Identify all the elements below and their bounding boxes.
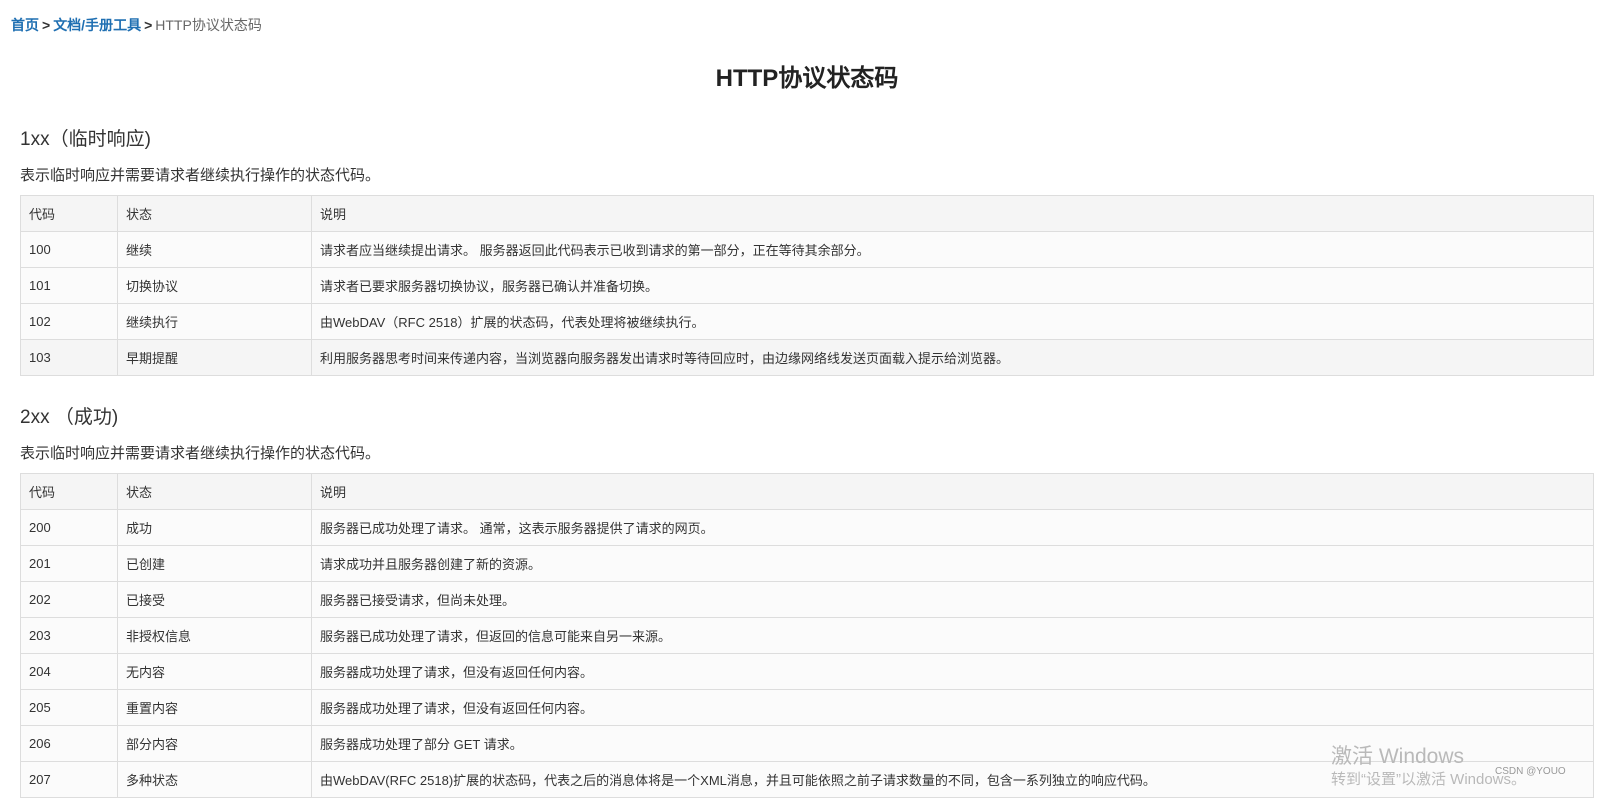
cell-description: 请求者已要求服务器切换协议，服务器已确认并准备切换。 xyxy=(311,267,1594,304)
cell-code: 204 xyxy=(20,653,118,690)
cell-description: 服务器成功处理了请求，但没有返回任何内容。 xyxy=(311,653,1594,690)
table-row: 205 重置内容 服务器成功处理了请求，但没有返回任何内容。 xyxy=(20,689,1594,726)
cell-code: 206 xyxy=(20,725,118,762)
cell-code: 100 xyxy=(20,231,118,268)
cell-code: 101 xyxy=(20,267,118,304)
cell-status: 早期提醒 xyxy=(117,339,312,376)
cell-code: 202 xyxy=(20,581,118,618)
table-row: 102 继续执行 由WebDAV（RFC 2518）扩展的状态码，代表处理将被继… xyxy=(20,303,1594,340)
table-row: 103 早期提醒 利用服务器思考时间来传递内容，当浏览器向服务器发出请求时等待回… xyxy=(20,339,1594,376)
column-header-code: 代码 xyxy=(20,195,118,232)
table-row: 100 继续 请求者应当继续提出请求。 服务器返回此代码表示已收到请求的第一部分… xyxy=(20,231,1594,268)
csdn-author-watermark: CSDN @YOUO xyxy=(1495,766,1566,777)
table-row: 204 无内容 服务器成功处理了请求，但没有返回任何内容。 xyxy=(20,653,1594,690)
breadcrumb-home-link[interactable]: 首页 xyxy=(11,17,39,33)
table-row: 200 成功 服务器已成功处理了请求。 通常，这表示服务器提供了请求的网页。 xyxy=(20,509,1594,546)
table-row: 203 非授权信息 服务器已成功处理了请求，但返回的信息可能来自另一来源。 xyxy=(20,617,1594,654)
section-description: 表示临时响应并需要请求者继续执行操作的状态代码。 xyxy=(20,445,381,462)
cell-status: 部分内容 xyxy=(117,725,312,762)
cell-code: 207 xyxy=(20,761,118,798)
section-description: 表示临时响应并需要请求者继续执行操作的状态代码。 xyxy=(20,167,381,184)
cell-description: 服务器成功处理了请求，但没有返回任何内容。 xyxy=(311,689,1594,726)
cell-code: 102 xyxy=(20,303,118,340)
table-header-row: 代码 状态 说明 xyxy=(20,195,1594,232)
cell-status: 多种状态 xyxy=(117,761,312,798)
cell-description: 服务器已接受请求，但尚未处理。 xyxy=(311,581,1594,618)
cell-description: 请求成功并且服务器创建了新的资源。 xyxy=(311,545,1594,582)
cell-status: 重置内容 xyxy=(117,689,312,726)
cell-code: 205 xyxy=(20,689,118,726)
breadcrumb-current: HTTP协议状态码 xyxy=(155,17,262,33)
breadcrumb-separator: > xyxy=(42,17,51,33)
column-header-status: 状态 xyxy=(117,473,312,510)
table-header-row: 代码 状态 说明 xyxy=(20,473,1594,510)
cell-status: 继续 xyxy=(117,231,312,268)
cell-status: 成功 xyxy=(117,509,312,546)
status-code-table-1xx: 代码 状态 说明 100 继续 请求者应当继续提出请求。 服务器返回此代码表示已… xyxy=(20,195,1594,376)
section-2xx: 2xx （成功) 表示临时响应并需要请求者继续执行操作的状态代码。 代码 状态 … xyxy=(20,405,1594,798)
cell-code: 203 xyxy=(20,617,118,654)
section-1xx: 1xx（临时响应) 表示临时响应并需要请求者继续执行操作的状态代码。 代码 状态… xyxy=(20,127,1594,376)
cell-status: 已接受 xyxy=(117,581,312,618)
breadcrumb: 首页 > 文档/手册工具 > HTTP协议状态码 xyxy=(11,16,262,34)
cell-status: 非授权信息 xyxy=(117,617,312,654)
cell-description: 利用服务器思考时间来传递内容，当浏览器向服务器发出请求时等待回应时，由边缘网络线… xyxy=(311,339,1594,376)
breadcrumb-docs-link[interactable]: 文档/手册工具 xyxy=(53,17,141,33)
cell-code: 200 xyxy=(20,509,118,546)
column-header-description: 说明 xyxy=(311,195,1594,232)
cell-description: 服务器已成功处理了请求。 通常，这表示服务器提供了请求的网页。 xyxy=(311,509,1594,546)
cell-description: 服务器已成功处理了请求，但返回的信息可能来自另一来源。 xyxy=(311,617,1594,654)
section-heading: 2xx （成功) xyxy=(20,407,119,428)
cell-code: 103 xyxy=(20,339,118,376)
column-header-code: 代码 xyxy=(20,473,118,510)
cell-description: 请求者应当继续提出请求。 服务器返回此代码表示已收到请求的第一部分，正在等待其余… xyxy=(311,231,1594,268)
breadcrumb-separator: > xyxy=(144,17,153,33)
cell-status: 继续执行 xyxy=(117,303,312,340)
column-header-status: 状态 xyxy=(117,195,312,232)
section-heading: 1xx（临时响应) xyxy=(20,129,151,150)
cell-status: 无内容 xyxy=(117,653,312,690)
cell-code: 201 xyxy=(20,545,118,582)
cell-status: 已创建 xyxy=(117,545,312,582)
column-header-description: 说明 xyxy=(311,473,1594,510)
table-row: 202 已接受 服务器已接受请求，但尚未处理。 xyxy=(20,581,1594,618)
cell-description: 由WebDAV（RFC 2518）扩展的状态码，代表处理将被继续执行。 xyxy=(311,303,1594,340)
table-row: 201 已创建 请求成功并且服务器创建了新的资源。 xyxy=(20,545,1594,582)
table-row: 101 切换协议 请求者已要求服务器切换协议，服务器已确认并准备切换。 xyxy=(20,267,1594,304)
cell-status: 切换协议 xyxy=(117,267,312,304)
page-title: HTTP协议状态码 xyxy=(715,65,899,92)
